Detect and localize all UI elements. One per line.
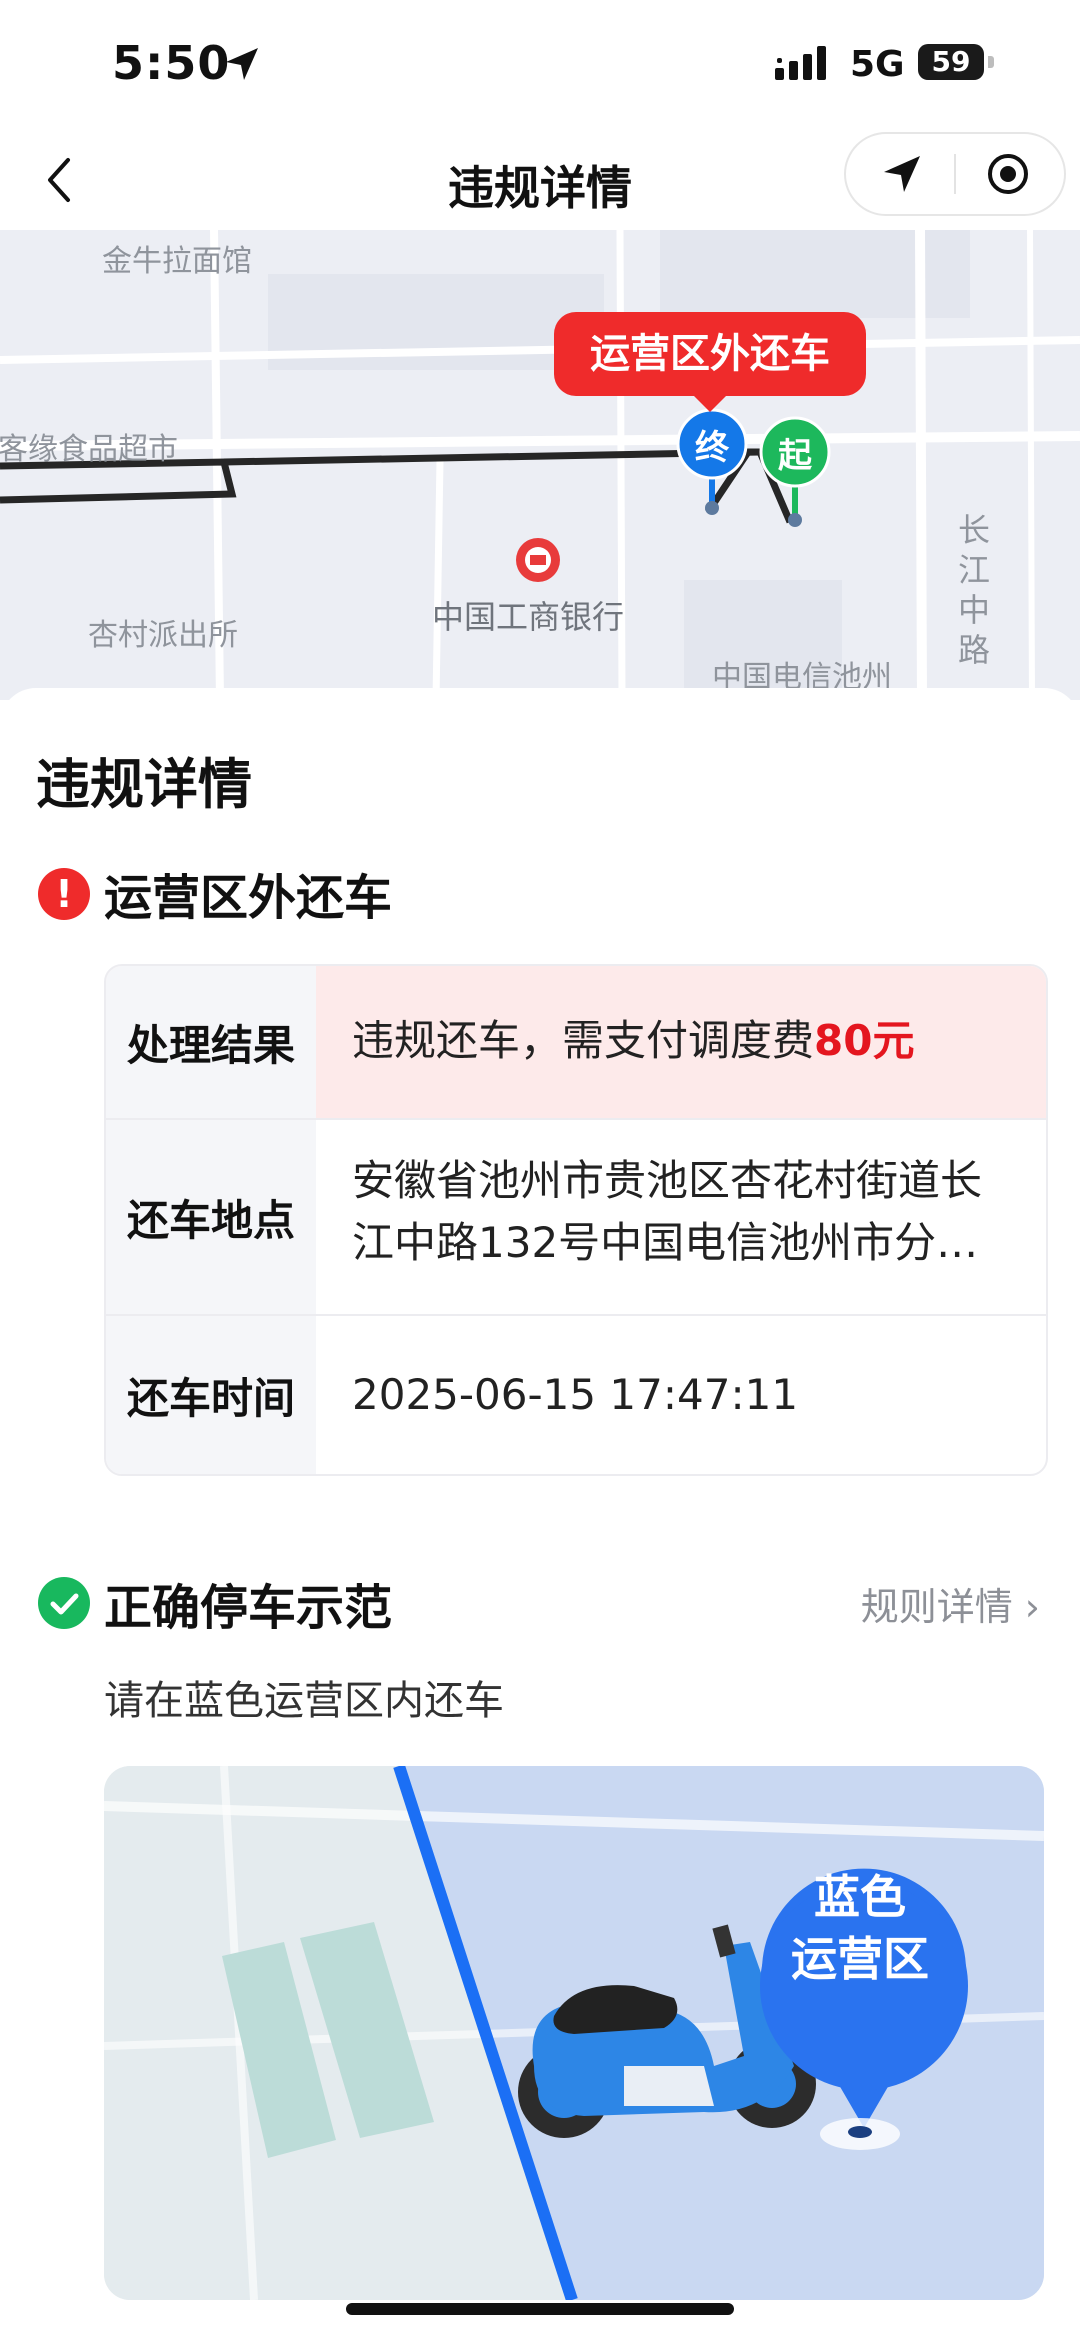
nav-bar: 违规详情 xyxy=(0,130,1080,230)
mini-program-capsule xyxy=(844,132,1066,216)
row-value: 安徽省池州市贵池区杏花村街道长江中路132号中国电信池州市分… xyxy=(352,1156,983,1267)
row-value: 2025-06-15 17:47:11 xyxy=(352,1370,799,1419)
status-bar: 5:50 5G 59 xyxy=(0,0,1080,130)
capsule-divider xyxy=(954,154,956,194)
table-row: 还车地点 安徽省池州市贵池区杏花村街道长江中路132号中国电信池州市分… xyxy=(106,1120,1046,1316)
row-key: 处理结果 xyxy=(106,966,316,1118)
signal-icon xyxy=(775,46,839,86)
result-text: 违规还车，需支付调度费 xyxy=(352,1016,815,1065)
rule-detail-link[interactable]: 规则详情 › xyxy=(861,1576,1040,1631)
network-type: 5G xyxy=(850,44,905,85)
check-icon xyxy=(38,1577,90,1629)
map-label: 金牛拉面馆 xyxy=(102,244,252,279)
table-row: 还车时间 2025-06-15 17:47:11 xyxy=(106,1316,1046,1474)
sheet-title: 违规详情 xyxy=(36,753,252,816)
navigate-icon xyxy=(884,156,920,192)
row-key: 还车时间 xyxy=(106,1316,316,1474)
row-value: 违规还车，需支付调度费80元 xyxy=(352,1010,1016,1072)
battery-level: 59 xyxy=(918,44,984,80)
map-view[interactable]: 金牛拉面馆 客缘食品超市 杏村派出所 中国工商银行 中国电信池州 长江中路 终 … xyxy=(0,230,1080,700)
map-label: 中国工商银行 xyxy=(432,598,625,636)
correct-parking-title: 正确停车示范 xyxy=(104,1580,393,1636)
map-label: 客缘食品超市 xyxy=(0,432,178,467)
violation-bubble: 运营区外还车 xyxy=(554,312,866,412)
battery-cap xyxy=(988,56,994,68)
row-key: 还车地点 xyxy=(106,1120,316,1314)
detail-sheet: 违规详情 ! 运营区外还车 处理结果 违规还车，需支付调度费80元 还车地点 安… xyxy=(0,688,1080,2337)
map-label: 长江中路 xyxy=(958,511,991,669)
parking-hint: 请在蓝色运营区内还车 xyxy=(104,1678,504,1724)
map-label: 杏村派出所 xyxy=(88,618,238,653)
start-marker-label: 起 xyxy=(778,436,812,476)
detail-table: 处理结果 违规还车，需支付调度费80元 还车地点 安徽省池州市贵池区杏花村街道长… xyxy=(104,964,1048,1476)
location-arrow-icon xyxy=(222,44,262,88)
warning-icon: ! xyxy=(38,868,90,920)
fee-amount: 80元 xyxy=(814,1016,915,1065)
record-button[interactable] xyxy=(986,152,1030,200)
home-indicator xyxy=(346,2303,734,2315)
blue-zone-pin-label: 蓝色 运营区 xyxy=(770,1866,950,1990)
parking-demo-image: 蓝色 运营区 xyxy=(104,1766,1044,2300)
navigate-button[interactable] xyxy=(880,152,924,200)
bank-icon xyxy=(516,538,560,582)
end-marker-label: 终 xyxy=(695,428,729,468)
pin-line-2: 运营区 xyxy=(791,1932,929,1986)
record-icon xyxy=(988,154,1028,194)
status-time: 5:50 xyxy=(112,36,231,90)
table-row: 处理结果 违规还车，需支付调度费80元 xyxy=(106,966,1046,1120)
pin-line-1: 蓝色 xyxy=(814,1870,906,1924)
violation-title: 运营区外还车 xyxy=(104,870,393,926)
